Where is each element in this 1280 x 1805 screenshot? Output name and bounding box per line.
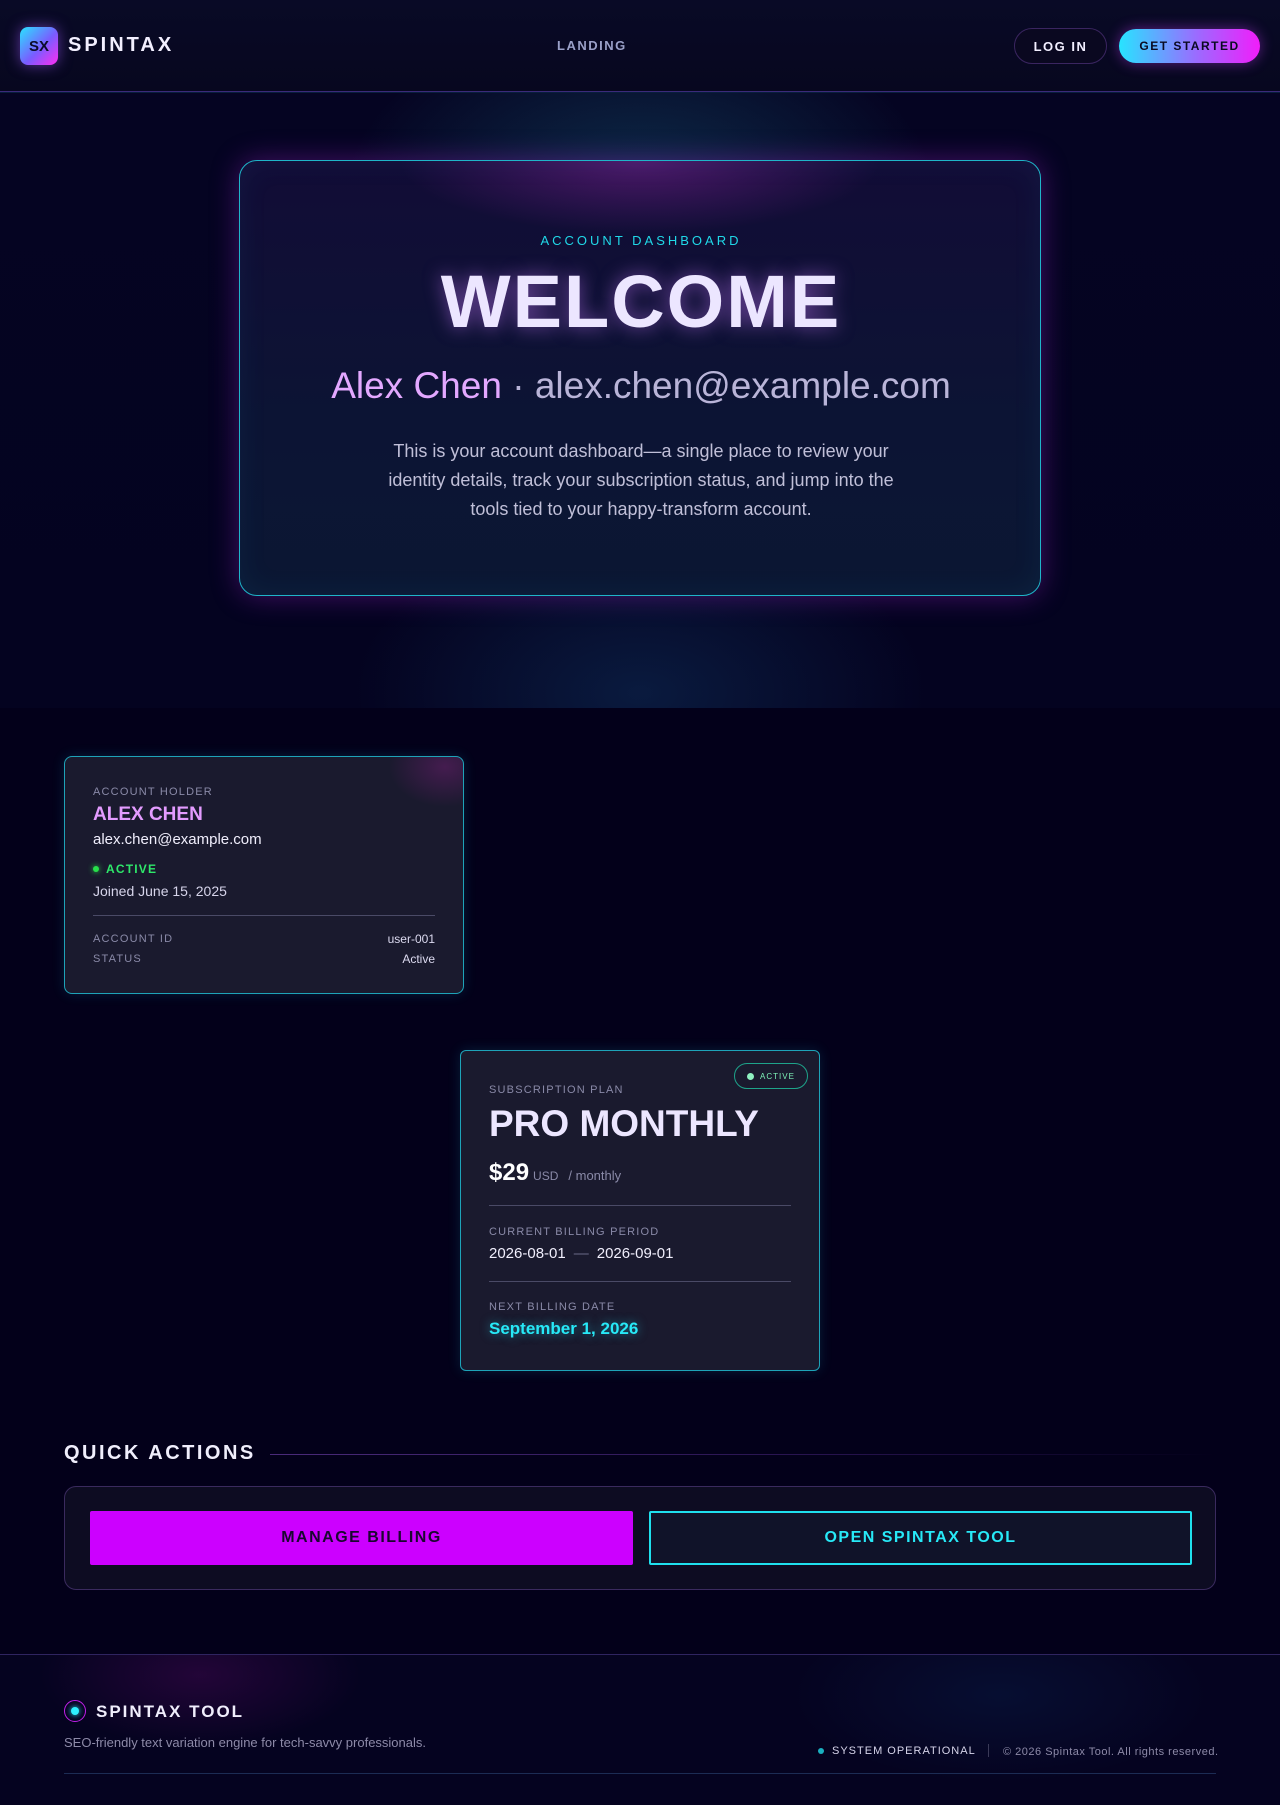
top-navigation: SX SPINTAX LANDING LOG IN GET STARTED bbox=[0, 0, 1280, 92]
next-billing-date: September 1, 2026 bbox=[489, 1319, 639, 1338]
hero-identity: Alex Chen · alex.chen@example.com bbox=[240, 365, 1042, 407]
logo-badge-icon[interactable]: SX bbox=[20, 27, 58, 65]
footer-copyright: © 2026 Spintax Tool. All rights reserved… bbox=[1003, 1746, 1219, 1758]
account-eyebrow: ACCOUNT HOLDER bbox=[93, 786, 213, 798]
divider bbox=[93, 915, 435, 916]
account-id-row: ACCOUNT ID user-001 bbox=[93, 932, 435, 946]
account-email: alex.chen@example.com bbox=[93, 831, 262, 848]
footer-separator bbox=[988, 1744, 989, 1757]
footer-brand: SPINTAX TOOL bbox=[96, 1702, 245, 1721]
period-start: 2026-08-01 bbox=[489, 1245, 566, 1262]
price-amount: $29 bbox=[489, 1159, 530, 1186]
account-holder-card: ACCOUNT HOLDER ALEX CHEN alex.chen@examp… bbox=[64, 756, 464, 994]
account-status: ACTIVE bbox=[93, 862, 157, 876]
account-name: ALEX CHEN bbox=[93, 804, 203, 825]
status-label: STATUS bbox=[93, 953, 142, 965]
badge-dot-icon bbox=[747, 1072, 755, 1080]
page: SX SPINTAX LANDING LOG IN GET STARTED AC… bbox=[0, 0, 1280, 1805]
next-billing-label: NEXT BILLING DATE bbox=[489, 1301, 616, 1313]
account-joined: Joined June 15, 2025 bbox=[93, 883, 227, 899]
price-interval: / monthly bbox=[568, 1168, 622, 1183]
open-spintax-tool-button[interactable]: OPEN SPINTAX TOOL bbox=[649, 1511, 1192, 1565]
divider bbox=[489, 1281, 791, 1282]
welcome-card: ACCOUNT DASHBOARD WELCOME Alex Chen · al… bbox=[239, 160, 1041, 596]
subscription-card: ACTIVE SUBSCRIPTION PLAN PRO MONTHLY $29… bbox=[460, 1050, 820, 1371]
hero-description: This is your account dashboard—a single … bbox=[388, 441, 894, 519]
subscription-eyebrow: SUBSCRIPTION PLAN bbox=[489, 1084, 624, 1096]
quick-actions-title: QUICK ACTIONS bbox=[64, 1442, 256, 1464]
login-button[interactable]: LOG IN bbox=[1014, 28, 1107, 64]
section-divider bbox=[270, 1454, 1216, 1455]
subscription-status-badge: ACTIVE bbox=[734, 1063, 808, 1089]
account-status-row: STATUS Active bbox=[93, 952, 435, 966]
hero-user-name: Alex Chen bbox=[331, 365, 502, 406]
footer-logo-icon bbox=[64, 1700, 86, 1722]
billing-period-label: CURRENT BILLING PERIOD bbox=[489, 1226, 660, 1238]
account-id-label: ACCOUNT ID bbox=[93, 933, 174, 945]
account-status-text: ACTIVE bbox=[106, 862, 158, 876]
manage-billing-button[interactable]: MANAGE BILLING bbox=[90, 1511, 633, 1565]
footer-bottom-line bbox=[64, 1773, 1216, 1774]
plan-name: PRO MONTHLY bbox=[489, 1103, 759, 1144]
period-separator: — bbox=[573, 1245, 589, 1262]
price-row: $29 USD / monthly bbox=[489, 1159, 621, 1187]
footer-tagline: SEO-friendly text variation engine for t… bbox=[64, 1735, 427, 1750]
logo-text[interactable]: SPINTAX bbox=[68, 34, 174, 57]
divider bbox=[489, 1205, 791, 1206]
footer-logo-dot bbox=[71, 1707, 79, 1715]
hero-eyebrow: ACCOUNT DASHBOARD bbox=[540, 233, 742, 248]
system-status-dot-icon bbox=[818, 1748, 824, 1754]
status-value: Active bbox=[402, 952, 435, 966]
billing-period: 2026-08-01 — 2026-09-01 bbox=[489, 1245, 673, 1262]
quick-actions-panel: MANAGE BILLING OPEN SPINTAX TOOL bbox=[64, 1486, 1216, 1590]
hero-separator: · bbox=[501, 365, 535, 406]
price-currency: USD bbox=[533, 1169, 559, 1183]
account-id-value: user-001 bbox=[387, 932, 435, 946]
subscription-badge-text: ACTIVE bbox=[760, 1071, 795, 1081]
system-status-text: SYSTEM OPERATIONAL bbox=[832, 1745, 976, 1757]
footer: SPINTAX TOOL SEO-friendly text variation… bbox=[0, 1654, 1280, 1805]
hero-user-email: alex.chen@example.com bbox=[534, 365, 951, 406]
system-status: SYSTEM OPERATIONAL bbox=[818, 1745, 976, 1757]
hero-title: WELCOME bbox=[440, 260, 842, 343]
status-dot-icon bbox=[93, 866, 99, 872]
period-end: 2026-09-01 bbox=[596, 1245, 674, 1262]
get-started-button[interactable]: GET STARTED bbox=[1119, 29, 1260, 63]
nav-link-landing[interactable]: LANDING bbox=[557, 38, 627, 53]
